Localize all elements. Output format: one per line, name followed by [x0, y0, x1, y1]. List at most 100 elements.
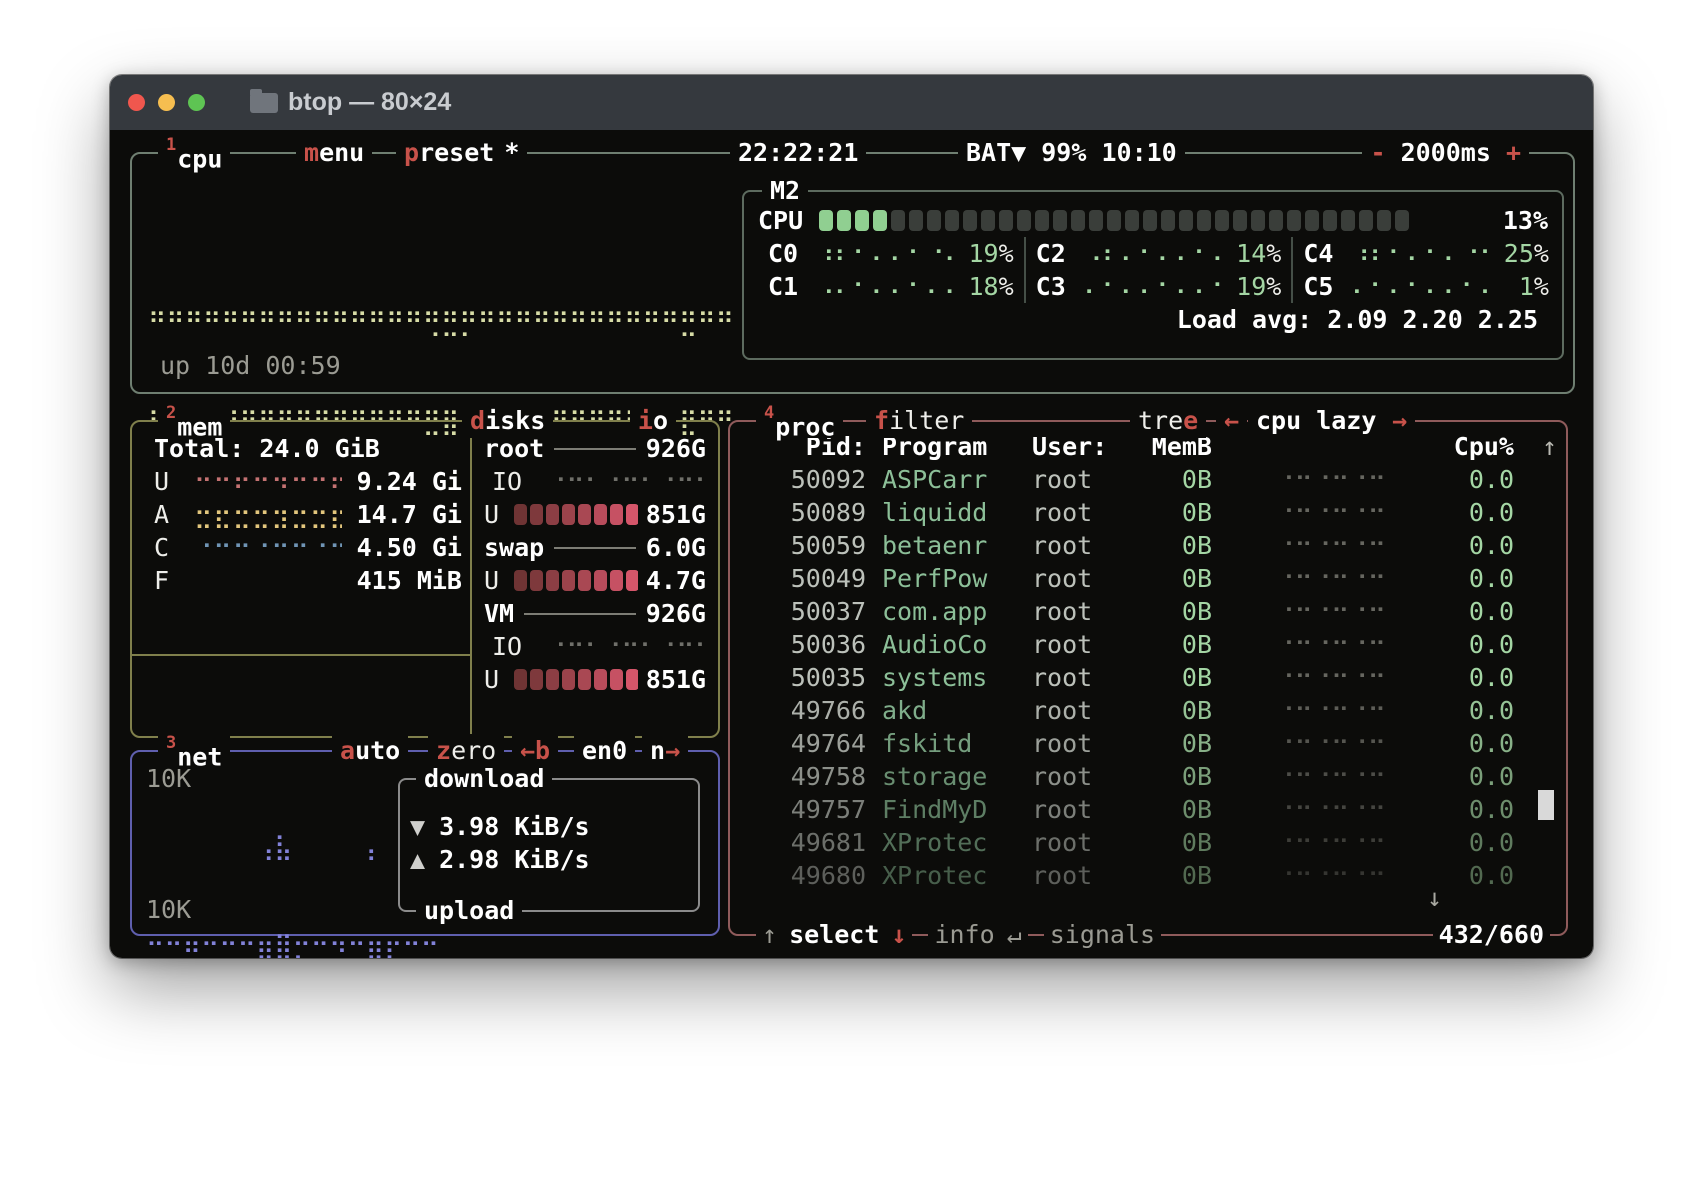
preset-button[interactable]: preset* [396, 136, 527, 170]
meter-block [1143, 210, 1157, 231]
meter-block [909, 210, 923, 231]
interval-decrease-button[interactable]: - [1370, 138, 1385, 167]
close-button[interactable] [128, 94, 145, 111]
sort-prev-button[interactable]: ← [1216, 404, 1247, 438]
process-row[interactable]: 50036AudioCoroot0B⠐⠒⠐⠒⠐⠒0.0 [730, 628, 1566, 661]
process-mem: 0B [1144, 531, 1240, 560]
memory-row-graph: ⠐⠒⠒⠐⠒⠒⠐⠒⠒⠐⠒⠒ [194, 533, 342, 562]
header-user[interactable]: User: [1032, 432, 1144, 461]
net-panel-title[interactable]: 3net [158, 734, 230, 768]
process-program: systems [882, 663, 1032, 692]
disk-used-label: U [484, 500, 514, 529]
net-next-button[interactable]: n→ [642, 734, 688, 768]
signals-button[interactable]: signals [1044, 918, 1161, 952]
disk-used-row: U851G [484, 663, 706, 696]
meter-block [594, 669, 607, 690]
core-graph: ⠰⠆⠂⠄⠂⠄⠐⠂ [1351, 239, 1497, 268]
process-row[interactable]: 49758storageroot0B⠐⠒⠐⠒⠐⠒0.0 [730, 760, 1566, 793]
core-usage-grid: C0⠰⠆⠂⠄⠄⠂⠐⠄19%C1⠠⠄⠂⠄⠄⠂⠄⠄18%C2⠠⠆⠄⠂⠄⠄⠂⠄14%C… [758, 237, 1548, 303]
process-mem-graph: ⠐⠒⠐⠒⠐⠒ [1240, 762, 1390, 791]
meter-block [578, 570, 591, 591]
minimize-button[interactable] [158, 94, 175, 111]
process-row[interactable]: 49757FindMyDroot0B⠐⠒⠐⠒⠐⠒0.0 [730, 793, 1566, 826]
process-row[interactable]: 50092ASPCarrroot0B⠐⠒⠐⠒⠐⠒0.0 [730, 463, 1566, 496]
meter-block [837, 210, 851, 231]
core-name: C3 [1036, 272, 1078, 301]
mem-panel-title[interactable]: 2mem [158, 404, 230, 438]
meter-block [1233, 210, 1247, 231]
core-usage-row: C4⠰⠆⠂⠄⠂⠄⠐⠂25% [1303, 237, 1549, 270]
meter-block [1287, 210, 1301, 231]
process-row[interactable]: 50089liquiddroot0B⠐⠒⠐⠒⠐⠒0.0 [730, 496, 1566, 529]
process-panel: 4proc filter tree ← cpu lazy → Pid: Prog… [728, 420, 1568, 936]
process-row[interactable]: 50035systemsroot0B⠐⠒⠐⠒⠐⠒0.0 [730, 661, 1566, 694]
memory-row: A⣒⣖⣒⣒⣲⣒⣒⣖⣒⣲⣒⣒ 14.7 Gi [154, 498, 462, 531]
cpu-panel-title[interactable]: 1cpu [158, 136, 230, 170]
process-row[interactable]: 49766akdroot0B⠐⠒⠐⠒⠐⠒0.0 [730, 694, 1566, 727]
info-button[interactable]: info [928, 918, 1000, 952]
process-pid: 50092 [758, 465, 866, 494]
meter-block [610, 504, 623, 525]
core-percent: 18% [968, 272, 1013, 301]
divider [132, 654, 470, 656]
select-up-icon[interactable]: ↑ [756, 918, 783, 952]
titlebar[interactable]: btop — 80×24 [110, 75, 1593, 130]
filter-button[interactable]: filter [866, 404, 972, 438]
disk-used-row: U851G [484, 498, 706, 531]
sort-next-button[interactable]: → [1384, 404, 1415, 438]
menu-button[interactable]: menu [296, 136, 372, 170]
update-interval: - 2000ms + [1362, 136, 1529, 170]
meter-block [1215, 210, 1229, 231]
memory-row-value: 4.50 Gi [342, 533, 462, 562]
cpu-total-meter [819, 210, 1487, 231]
disk-io-row: IO⠐⠒⠂⠐⠒⠂⠐⠒⠂ [484, 465, 706, 498]
process-row[interactable]: 49764fskitdroot0B⠐⠒⠐⠒⠐⠒0.0 [730, 727, 1566, 760]
process-cpu: 0.0 [1390, 861, 1538, 890]
process-row[interactable]: 50059betaenrroot0B⠐⠒⠐⠒⠐⠒0.0 [730, 529, 1566, 562]
disk-section-header: swap6.0G [484, 531, 706, 564]
select-down-icon[interactable]: ↓ [885, 918, 912, 952]
process-mem: 0B [1144, 729, 1240, 758]
meter-block [546, 504, 559, 525]
core-percent: 19% [1236, 272, 1281, 301]
proc-panel-title[interactable]: 4proc [756, 404, 843, 438]
meter-block [1071, 210, 1085, 231]
disk-name: swap [484, 533, 544, 562]
process-cpu: 0.0 [1390, 663, 1538, 692]
process-cpu: 0.0 [1390, 531, 1538, 560]
process-program: XProtec [882, 861, 1032, 890]
scrollbar-thumb[interactable] [1538, 790, 1554, 820]
zoom-button[interactable] [188, 94, 205, 111]
meter-block [530, 669, 543, 690]
core-percent: 19% [968, 239, 1013, 268]
process-row[interactable]: 49681XProtecroot0B⠐⠒⠐⠒⠐⠒0.0 [730, 826, 1566, 859]
process-row[interactable]: 50049PerfPowroot0B⠐⠒⠐⠒⠐⠒0.0 [730, 562, 1566, 595]
process-mem: 0B [1144, 663, 1240, 692]
tree-button[interactable]: tree [1130, 404, 1206, 438]
process-pid: 50049 [758, 564, 866, 593]
io-mode-button[interactable]: io [630, 404, 676, 438]
process-mem-graph: ⠐⠒⠐⠒⠐⠒ [1240, 498, 1390, 527]
cpu-total-percent: 13% [1503, 206, 1548, 235]
traffic-lights [128, 94, 205, 111]
process-program: PerfPow [882, 564, 1032, 593]
uptime-label: up 10d 00:59 [160, 351, 341, 380]
percent-sign: % [1534, 239, 1549, 268]
net-auto-button[interactable]: auto [332, 734, 408, 768]
percent-sign: % [1534, 272, 1549, 301]
process-cpu: 0.0 [1390, 828, 1538, 857]
select-label: select [783, 918, 885, 952]
net-scale-bottom: 10K [146, 895, 191, 924]
cpu-model-label: M2 [762, 174, 808, 208]
process-program: com.app [882, 597, 1032, 626]
process-mem-graph: ⠐⠒⠐⠒⠐⠒ [1240, 696, 1390, 725]
memory-row-label: F [154, 566, 194, 595]
interval-increase-button[interactable]: + [1506, 138, 1521, 167]
core-graph: ⠄⠂⠄⠂⠄⠄⠂⠄ [1351, 272, 1513, 301]
memory-row: F 415 MiB [154, 564, 462, 597]
btop-terminal: 1cpu menu preset* 22:22:21 BAT▼ 99% 10:1… [110, 130, 1593, 958]
process-row[interactable]: 50037com.approot0B⠐⠒⠐⠒⠐⠒0.0 [730, 595, 1566, 628]
core-graph: ⠠⠄⠂⠄⠄⠂⠄⠄ [816, 272, 962, 301]
disks-toggle-button[interactable]: disks [462, 404, 553, 438]
upload-arrow-icon: ▲ [410, 845, 425, 874]
